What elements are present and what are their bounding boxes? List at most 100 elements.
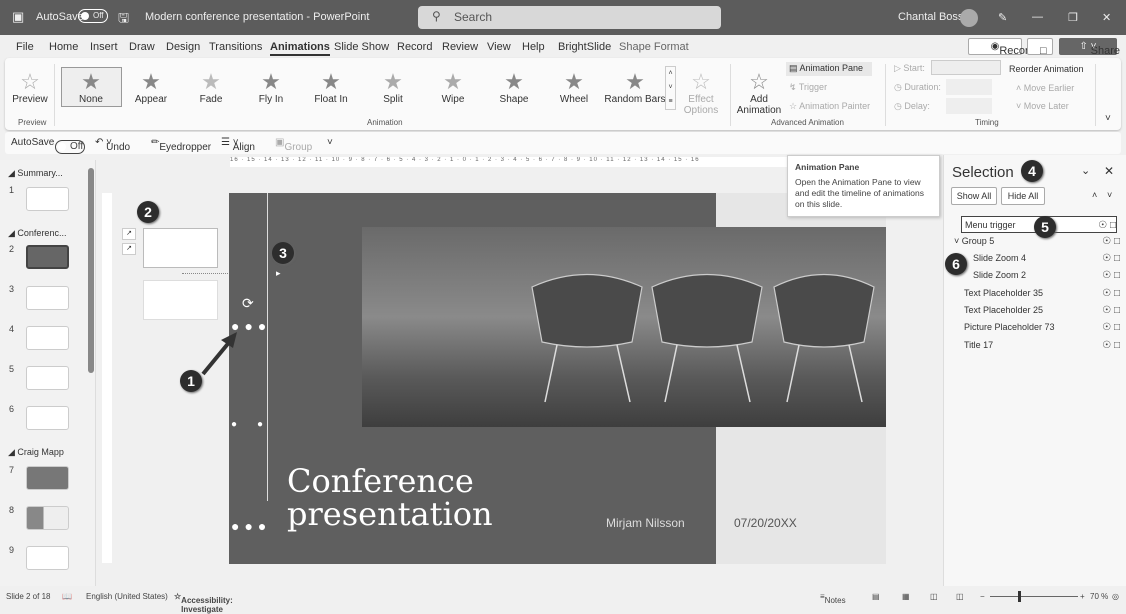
gallery-scroll[interactable]: ˄ ˅ ≡ [665,66,676,110]
notes-button[interactable]: ≡ Notes [820,592,846,605]
selection-item-picture-placeholder-73[interactable]: Picture Placeholder 73 ☉ □ [964,319,1120,336]
slide-thumbnail-9[interactable] [26,546,69,570]
slide-thumbnail-4[interactable] [26,326,69,350]
move-later-button[interactable]: ˅ Move Later [1016,101,1069,111]
tab-brightslide[interactable]: BrightSlide [558,41,611,53]
slide-thumbnail-6[interactable] [26,406,69,430]
customize-qat-icon[interactable]: ˅ [327,137,333,148]
bring-forward-icon[interactable]: ˄ [1092,190,1097,200]
animation-fade[interactable]: ★ Fade [183,70,239,106]
effect-options-button[interactable]: ☆ Effect Options [677,70,725,117]
slide-thumbnail-3[interactable] [26,286,69,310]
tab-home[interactable]: Home [49,41,78,53]
minimize-icon[interactable]: — [1032,11,1043,23]
selection-handles-bottom[interactable]: ●●● [231,518,271,534]
tab-help[interactable]: Help [522,41,545,53]
language-status[interactable]: English (United States) [86,592,168,601]
animation-none[interactable]: ★ None [63,70,119,106]
fit-to-window-icon[interactable]: ◎ [1112,592,1119,601]
tab-file[interactable]: File [16,41,34,53]
tab-animations[interactable]: Animations [270,41,330,56]
trigger-button[interactable]: ↯ Trigger [789,82,827,93]
slideshow-icon[interactable]: ◫ [956,592,964,601]
save-icon[interactable]: 🖫 [118,9,129,31]
autosave-toggle[interactable]: Off [78,9,108,23]
autosave-state[interactable]: Off [78,9,108,23]
tab-record[interactable]: Record [397,41,432,53]
start-dropdown[interactable] [931,60,1001,75]
group-button[interactable]: ▣ Group [275,137,312,153]
zoom-icon[interactable]: ↗ [122,243,136,255]
qat-autosave-state[interactable]: Off [55,140,85,154]
show-all-button[interactable]: Show All [951,187,997,205]
thumbnails-scrollbar[interactable] [88,168,94,373]
spellcheck-icon[interactable]: 📖 [62,592,72,601]
animation-appear[interactable]: ★ Appear [123,70,179,106]
animation-random-bars[interactable]: ★ Random Bars [603,70,667,106]
tab-draw[interactable]: Draw [129,41,155,53]
visibility-lock-icons[interactable]: ☉ □ [1102,337,1120,354]
move-earlier-button[interactable]: ˄ Move Earlier [1016,83,1074,93]
slide-zoom-4[interactable] [143,228,218,268]
animation-wipe[interactable]: ★ Wipe [425,70,481,106]
tab-view[interactable]: View [487,41,511,53]
selection-item-title-17[interactable]: Title 17 ☉ □ [964,337,1120,354]
hide-all-button[interactable]: Hide All [1001,187,1045,205]
zoom-level[interactable]: 70 % [1090,592,1108,601]
delay-input[interactable] [946,98,992,114]
restore-icon[interactable]: ❐ [1068,11,1078,24]
align-button[interactable]: ☰ Align ˅ [221,137,255,153]
add-animation-button[interactable]: ☆ Add Animation [731,70,787,117]
selection-item-group-5[interactable]: ˅ Group 5 ☉ □ [954,233,1120,250]
duration-input[interactable] [946,79,992,95]
slide-zoom-2[interactable] [143,280,218,320]
normal-view-icon[interactable]: ▤ [872,592,880,601]
slide-thumbnail-1[interactable] [26,187,69,211]
canvas-scrollbar[interactable] [932,168,940,573]
zoom-icon[interactable]: ↗ [122,228,136,240]
slide-thumbnail-7[interactable] [26,466,69,490]
section-summary[interactable]: ◢ Summary... [8,168,63,179]
pen-icon[interactable]: ✎ [998,11,1007,24]
visibility-lock-icons[interactable]: ☉ □ [1102,233,1120,250]
comments-button[interactable]: □ [1027,38,1053,57]
tab-slide-show[interactable]: Slide Show [334,41,389,53]
animation-float-in[interactable]: ★ Float In [303,70,359,106]
tab-design[interactable]: Design [166,41,200,53]
selection-handles-middle[interactable]: ●● [231,419,283,430]
send-backward-icon[interactable]: ˅ [1107,190,1112,200]
slide-title[interactable]: Conference presentation [287,465,493,531]
rotate-handle-icon[interactable]: ⟳ [242,295,254,312]
tab-transitions[interactable]: Transitions [209,41,262,53]
selection-item-text-placeholder-25[interactable]: Text Placeholder 25 ☉ □ [964,302,1120,319]
section-conference[interactable]: ◢ Conferenc... [8,228,66,239]
selection-item-slide-zoom-4[interactable]: Slide Zoom 4 ☉ □ [973,250,1120,267]
close-icon[interactable]: ✕ [1102,11,1111,24]
animation-split[interactable]: ★ Split [365,70,421,106]
visibility-lock-icons[interactable]: ☉ □ [1102,285,1120,302]
eyedropper-button[interactable]: ✏ Eyedropper [151,137,211,153]
animation-painter-button[interactable]: ☆ Animation Painter [789,101,870,112]
presenter-name[interactable]: Mirjam Nilsson [606,516,685,530]
share-button[interactable]: ⇧ Share ˅ [1059,38,1120,57]
visibility-lock-icons[interactable]: ☉ □ [1098,217,1116,234]
selection-item-text-placeholder-35[interactable]: Text Placeholder 35 ☉ □ [964,285,1120,302]
slide-thumbnail-2[interactable] [26,245,69,269]
section-craig-mapp[interactable]: ◢ Craig Mapp [8,447,64,458]
zoom-out-icon[interactable]: − [980,592,985,601]
animation-shape[interactable]: ★ Shape [486,70,542,106]
picture-placeholder-73[interactable] [362,227,886,427]
visibility-lock-icons[interactable]: ☉ □ [1102,302,1120,319]
undo-button[interactable]: ↶ Undo ˅ [95,137,130,153]
animation-pane-button[interactable]: ▤ Animation Pane [786,62,872,76]
animation-wheel[interactable]: ★ Wheel [546,70,602,106]
pane-options-icon[interactable]: ⌄ [1081,164,1090,177]
collapse-ribbon-icon[interactable]: ˅ [1105,113,1111,124]
tab-review[interactable]: Review [442,41,478,53]
avatar[interactable] [960,9,978,27]
reading-view-icon[interactable]: ◫ [930,592,938,601]
zoom-slider-thumb[interactable] [1018,591,1021,602]
slide-date[interactable]: 07/20/20XX [734,516,797,530]
slide-sorter-icon[interactable]: ▦ [902,592,910,601]
zoom-in-icon[interactable]: + [1080,592,1085,601]
